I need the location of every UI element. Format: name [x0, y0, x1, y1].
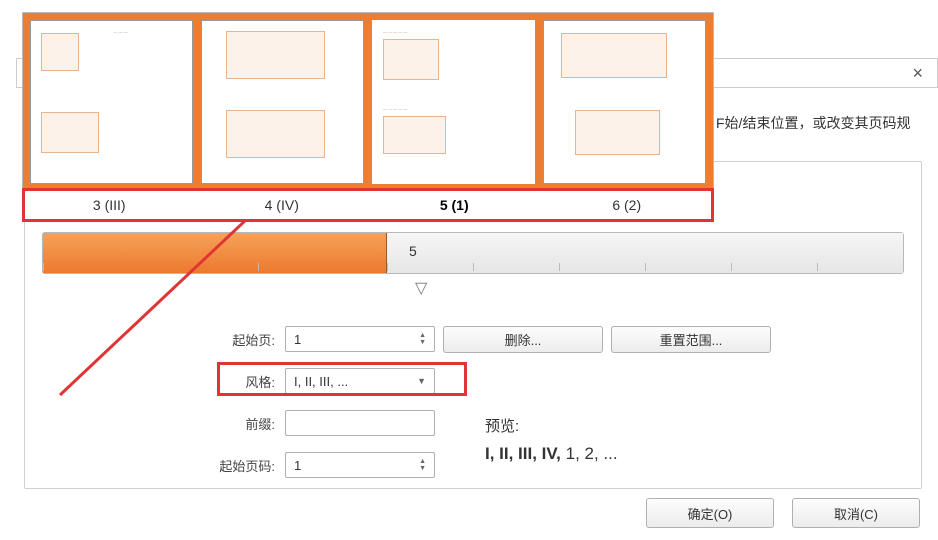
cancel-button[interactable]: 取消(C) — [792, 498, 920, 528]
thumbnail-labels: 3 (III) 4 (IV) 5 (1) 6 (2) — [23, 189, 713, 221]
page-thumbnail-strip: — — — — — — — — — [22, 12, 714, 222]
start-page-value: 1 — [294, 332, 301, 347]
style-combobox[interactable]: I, II, III, ... ▼ — [285, 368, 435, 394]
slider-marker-icon[interactable]: ▽ — [415, 278, 427, 298]
start-page-spinbox[interactable]: 1 ▲▼ — [285, 326, 435, 352]
page-range-slider[interactable]: 5 — [42, 232, 904, 274]
thumbnail-slot[interactable]: — — — — — — — — — — — [371, 19, 536, 185]
thumbnail-label: 6 (2) — [541, 189, 714, 221]
thumbnail-label: 3 (III) — [23, 189, 196, 221]
start-number-value: 1 — [294, 458, 301, 473]
ok-button[interactable]: 确定(O) — [646, 498, 774, 528]
delete-button[interactable]: 删除... — [443, 326, 603, 353]
style-value: I, II, III, ... — [294, 374, 348, 389]
slider-value: 5 — [409, 243, 417, 259]
prefix-label: 前缀: — [25, 414, 285, 433]
style-label: 风格: — [25, 372, 285, 391]
start-number-label: 起始页码: — [25, 456, 285, 475]
thumbnail-slot[interactable] — [542, 19, 707, 185]
start-number-spinbox[interactable]: 1 ▲▼ — [285, 452, 435, 478]
spin-arrows-icon[interactable]: ▲▼ — [419, 458, 426, 472]
thumbnail-slot[interactable] — [200, 19, 365, 185]
spin-arrows-icon[interactable]: ▲▼ — [419, 332, 426, 346]
reset-range-button[interactable]: 重置范围... — [611, 326, 771, 353]
dialog-footer: 确定(O) 取消(C) — [638, 498, 920, 528]
thumbnail-label: 4 (IV) — [196, 189, 369, 221]
page-range-hint: F始/结束位置，或改变其页码规 — [716, 113, 910, 133]
close-icon[interactable]: × — [912, 63, 923, 84]
thumbnail-slot[interactable]: — — — — [29, 19, 194, 185]
preview-label: 预览: — [485, 415, 519, 436]
thumbnail-label: 5 (1) — [368, 189, 541, 221]
preview-text: I, II, III, IV, 1, 2, ... — [485, 444, 618, 464]
prefix-input[interactable] — [285, 410, 435, 436]
start-page-label: 起始页: — [25, 330, 285, 349]
chevron-down-icon: ▼ — [417, 376, 426, 386]
